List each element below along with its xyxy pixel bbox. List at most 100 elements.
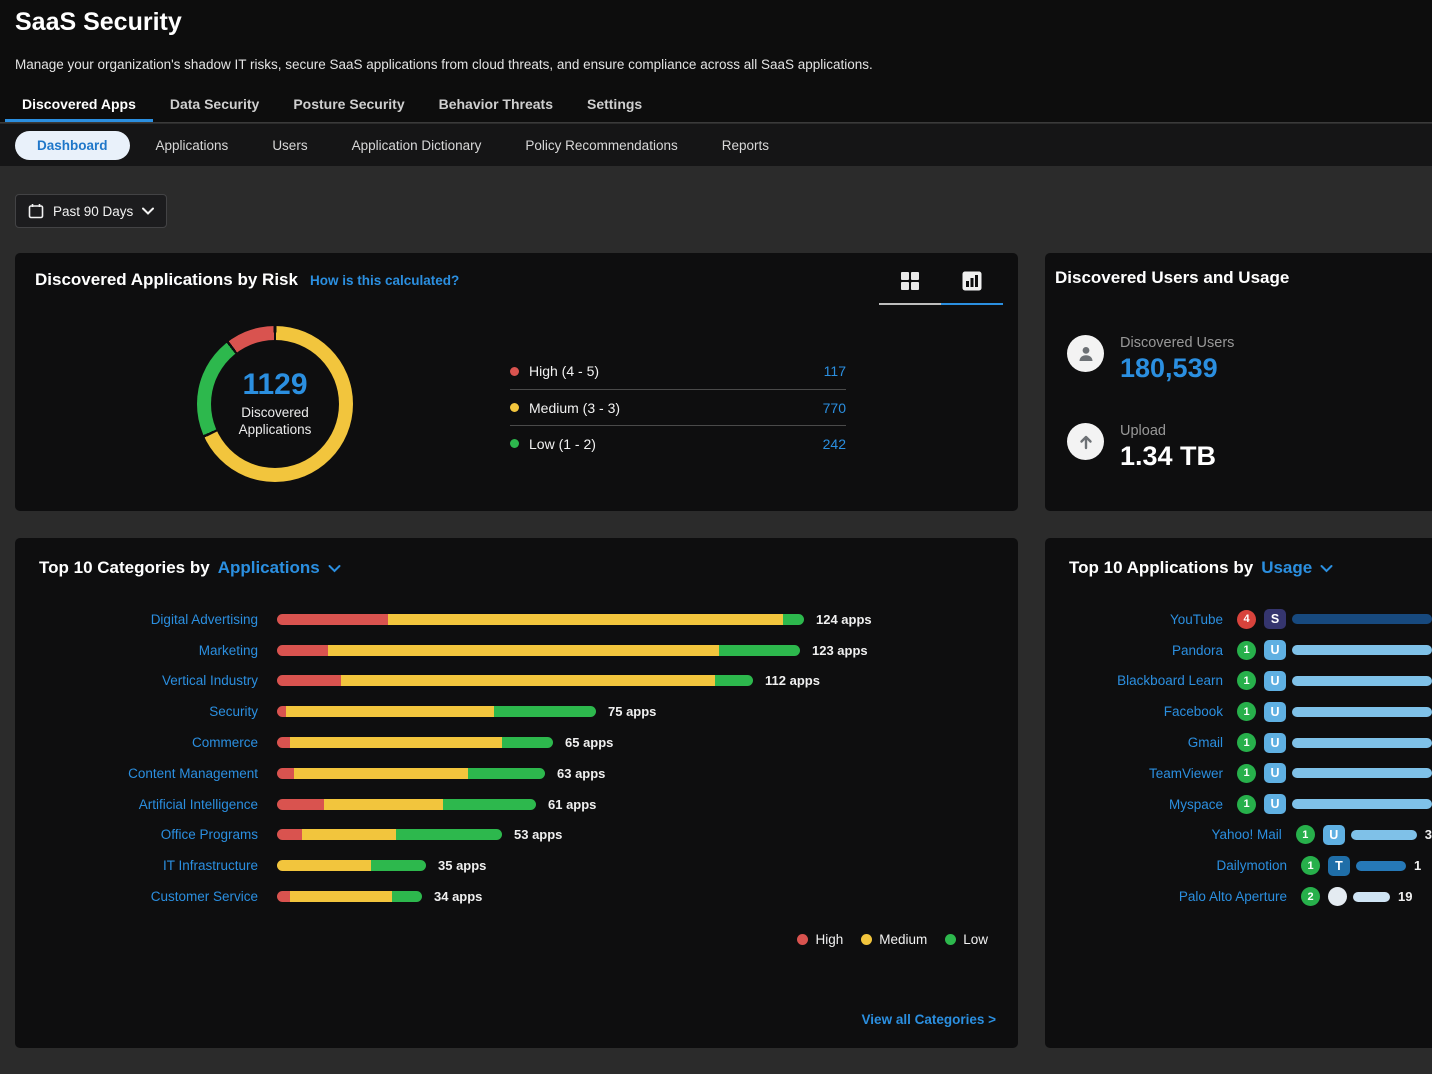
- view-all-categories-link[interactable]: View all Categories >: [862, 1012, 996, 1027]
- category-stacked-bar: [277, 645, 800, 656]
- category-row: Commerce 65 apps: [15, 727, 1018, 758]
- application-name[interactable]: Myspace: [1045, 797, 1223, 812]
- legend-item-low: Low: [945, 932, 988, 947]
- category-label[interactable]: Artificial Intelligence: [15, 797, 258, 812]
- application-name[interactable]: YouTube: [1045, 612, 1223, 627]
- how-calculated-link[interactable]: How is this calculated?: [310, 273, 459, 288]
- category-total-label: 75 apps: [608, 704, 656, 719]
- category-row: Security 75 apps: [15, 696, 1018, 727]
- application-name[interactable]: TeamViewer: [1045, 766, 1223, 781]
- risk-legend-value[interactable]: 242: [823, 436, 846, 452]
- subnav-item-application-dictionary[interactable]: Application Dictionary: [330, 131, 504, 160]
- sub-nav: DashboardApplicationsUsersApplication Di…: [0, 124, 1432, 166]
- category-total-label: 65 apps: [565, 735, 613, 750]
- application-name[interactable]: Pandora: [1045, 643, 1223, 658]
- subnav-item-policy-recommendations[interactable]: Policy Recommendations: [503, 131, 699, 160]
- category-stacked-bar: [277, 891, 422, 902]
- risk-legend-value[interactable]: 770: [823, 400, 846, 416]
- upload-stat-label: Upload: [1120, 423, 1216, 439]
- application-name[interactable]: Yahoo! Mail: [1045, 827, 1282, 842]
- bar-segment-low: [468, 768, 545, 779]
- bar-segment-medium: [277, 860, 371, 871]
- category-label[interactable]: Customer Service: [15, 889, 258, 904]
- risk-score-badge: 1: [1237, 764, 1256, 783]
- category-label[interactable]: Content Management: [15, 766, 258, 781]
- subnav-item-reports[interactable]: Reports: [700, 131, 791, 160]
- application-row: Facebook1U: [1045, 696, 1432, 727]
- bar-segment-low: [396, 829, 502, 840]
- risk-score-badge: 1: [1301, 856, 1320, 875]
- bar-segment-low: [719, 645, 800, 656]
- usage-value-label: 1: [1414, 858, 1421, 873]
- subnav-item-applications[interactable]: Applications: [134, 131, 251, 160]
- bar-segment-low: [371, 860, 426, 871]
- sanction-state-badge: U: [1264, 794, 1286, 814]
- category-total-label: 63 apps: [557, 766, 605, 781]
- page-subtitle: Manage your organization's shadow IT ris…: [15, 57, 873, 72]
- user-icon: [1067, 335, 1104, 372]
- risk-card: Discovered Applications by Risk How is t…: [15, 253, 1018, 511]
- categories-metric-selector[interactable]: Applications: [218, 558, 341, 578]
- application-row: Myspace1U: [1045, 789, 1432, 820]
- donut-total-label: DiscoveredApplications: [239, 405, 312, 439]
- category-row: IT Infrastructure35 apps: [15, 850, 1018, 881]
- usage-bar: [1356, 861, 1406, 871]
- dashboard-content: Past 90 Days Discovered Applications by …: [0, 166, 1432, 1074]
- risk-score-badge: 2: [1301, 887, 1320, 906]
- category-row: Marketing123 apps: [15, 635, 1018, 666]
- application-name[interactable]: Dailymotion: [1045, 858, 1287, 873]
- application-name[interactable]: Facebook: [1045, 704, 1223, 719]
- applications-metric-selector[interactable]: Usage: [1261, 558, 1333, 578]
- main-tab-behavior-threats[interactable]: Behavior Threats: [422, 89, 570, 122]
- application-name[interactable]: Blackboard Learn: [1045, 673, 1223, 688]
- top-applications-card: Top 10 Applications by Usage YouTube4SPa…: [1045, 538, 1432, 1048]
- category-label[interactable]: IT Infrastructure: [15, 858, 258, 873]
- sanction-state-badge: U: [1264, 671, 1286, 691]
- category-label[interactable]: Digital Advertising: [15, 612, 258, 627]
- categories-bar-chart: Digital Advertising 124 apps Marketing123 …: [15, 604, 1018, 912]
- category-total-label: 34 apps: [434, 889, 482, 904]
- bar-segment-high: [277, 645, 328, 656]
- category-label[interactable]: Security: [15, 704, 258, 719]
- category-label[interactable]: Marketing: [15, 643, 258, 658]
- chevron-down-icon: [142, 207, 154, 215]
- risk-legend-value[interactable]: 117: [824, 363, 846, 379]
- category-stacked-bar: [277, 768, 545, 779]
- risk-score-badge: 1: [1296, 825, 1315, 844]
- main-tab-settings[interactable]: Settings: [570, 89, 659, 122]
- bar-segment-medium: [302, 829, 395, 840]
- application-row: Gmail1U: [1045, 727, 1432, 758]
- table-view-icon[interactable]: [895, 267, 925, 295]
- risk-legend-row: High (4 - 5)117: [510, 353, 846, 389]
- main-tab-posture-security[interactable]: Posture Security: [276, 89, 421, 122]
- application-name[interactable]: Gmail: [1045, 735, 1223, 750]
- bar-segment-low: [392, 891, 422, 902]
- category-label[interactable]: Commerce: [15, 735, 258, 750]
- application-row: YouTube4S: [1045, 604, 1432, 635]
- upload-arrow-icon: [1067, 423, 1104, 460]
- category-stacked-bar: [277, 706, 596, 717]
- application-name[interactable]: Palo Alto Aperture: [1045, 889, 1287, 904]
- subnav-item-users[interactable]: Users: [250, 131, 329, 160]
- legend-dot-icon: [861, 934, 872, 945]
- date-range-filter[interactable]: Past 90 Days: [15, 194, 167, 228]
- main-tab-data-security[interactable]: Data Security: [153, 89, 276, 122]
- subnav-item-dashboard[interactable]: Dashboard: [15, 131, 130, 160]
- risk-legend-row: Medium (3 - 3)770: [510, 389, 846, 425]
- main-tab-discovered-apps[interactable]: Discovered Apps: [5, 89, 153, 122]
- category-row: Customer Service 34 apps: [15, 881, 1018, 912]
- category-total-label: 124 apps: [816, 612, 872, 627]
- upload-stat-value: 1.34 TB: [1120, 441, 1216, 472]
- usage-bar: [1351, 830, 1417, 840]
- usage-value-label: 19: [1398, 889, 1412, 904]
- category-label[interactable]: Vertical Industry: [15, 673, 258, 688]
- category-label[interactable]: Office Programs: [15, 827, 258, 842]
- users-stat-value: 180,539: [1120, 353, 1234, 384]
- chart-view-icon[interactable]: [957, 267, 987, 295]
- table-view-underline: [879, 303, 941, 305]
- category-stacked-bar: [277, 829, 502, 840]
- category-stacked-bar: [277, 860, 426, 871]
- discovered-users-stat: Discovered Users 180,539: [1067, 335, 1234, 384]
- legend-dot-icon: [510, 367, 519, 376]
- category-row: Office Programs53 apps: [15, 820, 1018, 851]
